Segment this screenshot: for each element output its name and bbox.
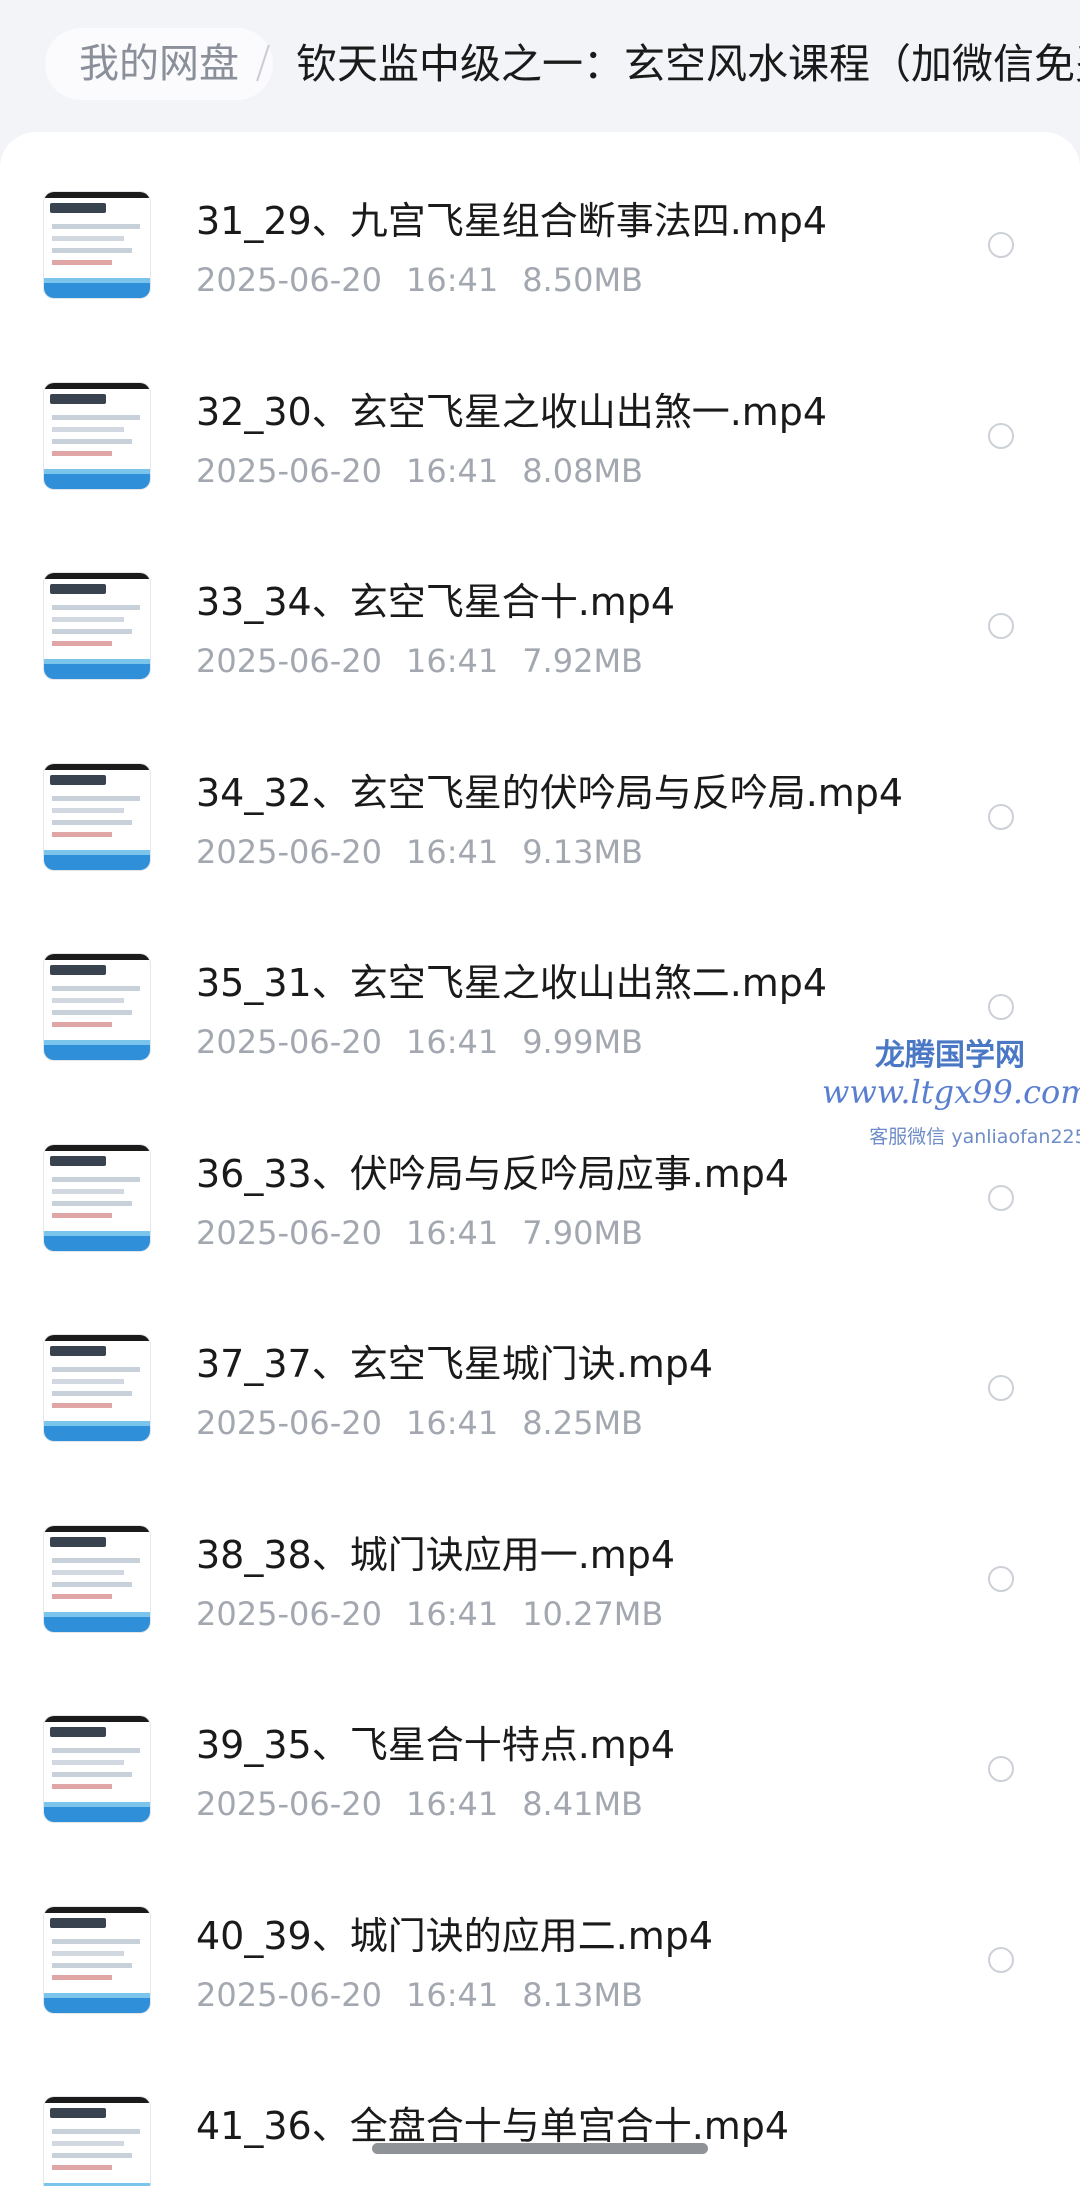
folder-title: 钦天监中级之一：玄空风水课程（加微信免费领	[296, 40, 1080, 88]
file-name: 40_39、城门诀的应用二.mp4	[196, 1913, 714, 1958]
file-row[interactable]: 36_33、伏吟局与反吟局应事.mp4 2025-06-20 16:41 7.90MB	[0, 1085, 1080, 1275]
video-thumbnail	[44, 1716, 150, 1822]
file-date: 2025-06-20	[196, 1023, 382, 1061]
file-name: 36_33、伏吟局与反吟局应事.mp4	[196, 1151, 790, 1196]
select-radio[interactable]	[988, 613, 1014, 639]
file-date: 2025-06-20	[196, 261, 382, 299]
file-meta: 2025-06-20 16:41 8.41MB	[196, 1784, 667, 1824]
file-meta: 2025-06-20 16:41 10.27MB	[196, 1594, 687, 1634]
file-name: 33_34、玄空飞星合十.mp4	[196, 580, 676, 624]
video-thumbnail	[44, 192, 150, 298]
file-time: 16:41	[405, 1213, 499, 1252]
select-radio[interactable]	[988, 1756, 1014, 1782]
top-bar: 我的网盘 钦天监中级之一：玄空风水课程（加微信免费领	[0, 0, 1080, 135]
file-date: 2025-06-20	[196, 1975, 382, 2014]
file-time: 16:41	[405, 1785, 499, 1823]
file-meta: 2025-06-20 16:41 8.50MB	[196, 260, 667, 300]
file-size: 7.92MB	[522, 642, 643, 680]
select-radio[interactable]	[988, 803, 1014, 830]
watermark-url: www.ltgx99.com	[822, 1073, 1080, 1111]
file-date: 2025-06-20	[196, 1785, 382, 1823]
video-thumbnail	[44, 763, 150, 870]
file-time: 16:41	[405, 1023, 499, 1061]
video-thumbnail	[44, 1335, 150, 1441]
file-date: 2025-06-20	[196, 642, 382, 680]
file-meta: 2025-06-20 16:41 9.99MB	[196, 1022, 667, 1062]
file-row[interactable]: 32_30、玄空飞星之收山出煞一.mp4 2025-06-20 16:41 8.08M…	[0, 323, 1080, 513]
file-meta: 2025-06-20 16:41 9.13MB	[196, 832, 667, 872]
file-meta: 2025-06-20 16:41 8.25MB	[196, 1403, 667, 1443]
video-thumbnail	[44, 1906, 150, 2013]
select-radio[interactable]	[988, 1946, 1014, 1973]
file-size: 8.25MB	[522, 1404, 643, 1442]
video-thumbnail	[44, 573, 150, 679]
file-time: 16:41	[405, 1404, 499, 1442]
file-list: 31_29、九宫飞星组合断事法四.mp4 2025-06-20 16:41 8.50M…	[0, 132, 1080, 2186]
select-radio[interactable]	[988, 1565, 1014, 1592]
file-row[interactable]: 40_39、城门诀的应用二.mp4 2025-06-20 16:41 8.13MB	[0, 1847, 1080, 2037]
breadcrumb-home[interactable]: 我的网盘	[45, 28, 273, 100]
file-date: 2025-06-20	[196, 1594, 382, 1633]
file-name: 32_30、玄空飞星之收山出煞一.mp4	[196, 389, 828, 434]
file-meta: 2025-06-20 16:41 7.92MB	[196, 641, 667, 681]
file-name: 37_37、玄空飞星城门诀.mp4	[196, 1342, 714, 1386]
file-row[interactable]: 39_35、飞星合十特点.mp4 2025-06-20 16:41 8.41MB	[0, 1656, 1080, 1846]
file-name: 31_29、九宫飞星组合断事法四.mp4	[196, 199, 828, 243]
video-thumbnail	[44, 1525, 150, 1632]
file-size: 7.90MB	[522, 1213, 643, 1252]
file-row[interactable]: 31_29、九宫飞星组合断事法四.mp4 2025-06-20 16:41 8.50M…	[0, 132, 1080, 322]
file-name: 38_38、城门诀应用一.mp4	[196, 1532, 676, 1577]
file-date: 2025-06-20	[196, 1213, 382, 1252]
file-row[interactable]: 33_34、玄空飞星合十.mp4 2025-06-20 16:41 7.92MB	[0, 513, 1080, 703]
file-size: 9.99MB	[522, 1023, 643, 1061]
select-radio[interactable]	[988, 422, 1014, 449]
home-indicator[interactable]	[372, 2143, 708, 2154]
file-row[interactable]: 38_38、城门诀应用一.mp4 2025-06-20 16:41 10.27MB	[0, 1466, 1080, 1656]
file-name: 39_35、飞星合十特点.mp4	[196, 1723, 676, 1767]
select-radio[interactable]	[988, 994, 1014, 1020]
file-size: 8.08MB	[522, 451, 643, 490]
file-row[interactable]: 41_36、全盘合十与单宫合十.mp4	[0, 2037, 1080, 2186]
file-time: 16:41	[405, 642, 499, 680]
file-name: 34_32、玄空飞星的伏吟局与反吟局.mp4	[196, 770, 904, 815]
video-thumbnail	[44, 2097, 150, 2186]
file-time: 16:41	[405, 261, 499, 299]
select-radio[interactable]	[988, 1184, 1014, 1211]
file-row[interactable]: 34_32、玄空飞星的伏吟局与反吟局.mp4 2025-06-20 16:41 9.1…	[0, 704, 1080, 894]
select-radio[interactable]	[988, 1375, 1014, 1401]
file-time: 16:41	[405, 451, 499, 490]
file-time: 16:41	[405, 1594, 499, 1633]
file-date: 2025-06-20	[196, 1404, 382, 1442]
file-date: 2025-06-20	[196, 832, 382, 871]
video-thumbnail	[44, 1144, 150, 1251]
video-thumbnail	[44, 954, 150, 1060]
watermark-brand: 龙腾国学网	[875, 1038, 1025, 1073]
file-row[interactable]: 37_37、玄空飞星城门诀.mp4 2025-06-20 16:41 8.25MB	[0, 1275, 1080, 1465]
select-radio[interactable]	[988, 232, 1014, 258]
file-size: 8.41MB	[522, 1785, 643, 1823]
file-time: 16:41	[405, 1975, 499, 2014]
file-size: 8.13MB	[522, 1975, 643, 2014]
file-meta: 2025-06-20 16:41 7.90MB	[196, 1213, 667, 1253]
video-thumbnail	[44, 382, 150, 489]
file-meta: 2025-06-20 16:41 8.13MB	[196, 1975, 667, 2015]
file-name: 35_31、玄空飞星之收山出煞二.mp4	[196, 961, 828, 1005]
watermark-contact: 客服微信 yanliaofan225	[869, 1126, 1080, 1148]
file-size: 8.50MB	[522, 261, 643, 299]
file-size: 9.13MB	[522, 832, 643, 871]
file-date: 2025-06-20	[196, 451, 382, 490]
file-size: 10.27MB	[522, 1594, 664, 1633]
file-meta: 2025-06-20 16:41 8.08MB	[196, 451, 667, 491]
file-time: 16:41	[405, 832, 499, 871]
